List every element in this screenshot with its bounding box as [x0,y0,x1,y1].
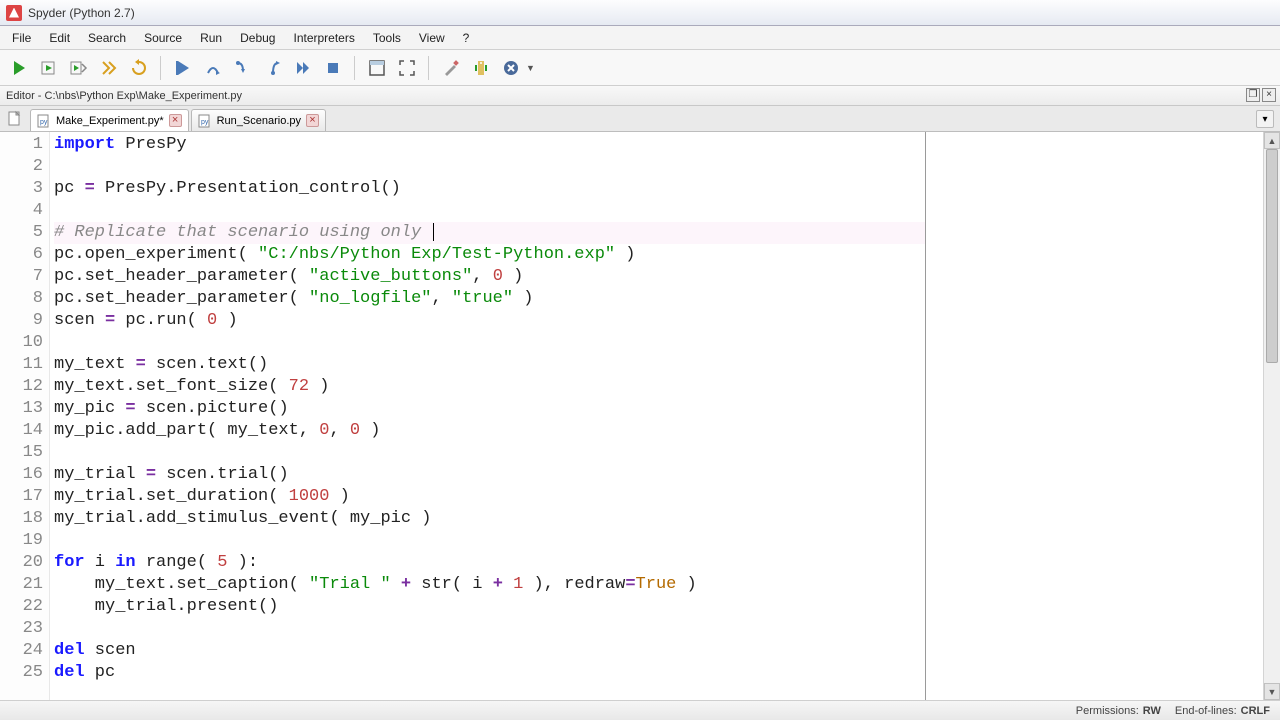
status-eol: End-of-lines: CRLF [1175,705,1270,717]
menu-search[interactable]: Search [80,28,134,48]
code-line-4[interactable] [54,200,925,222]
statusbar: Permissions: RW End-of-lines: CRLF [0,700,1280,720]
menubar: FileEditSearchSourceRunDebugInterpreters… [0,26,1280,50]
scroll-up-button[interactable]: ▲ [1264,132,1280,149]
tab-label: Make_Experiment.py* [56,115,164,127]
app-icon [6,5,22,21]
scroll-down-button[interactable]: ▼ [1264,683,1280,700]
code-line-23[interactable] [54,618,925,640]
menu-tools[interactable]: Tools [365,28,409,48]
editor: 1234567891011121314151617181920212223242… [0,132,1280,700]
svg-text:py: py [201,119,209,126]
python-file-icon: py [198,114,212,128]
new-doc-icon[interactable] [6,110,24,128]
menu-file[interactable]: File [4,28,39,48]
debug-step-button[interactable] [200,55,226,81]
code-line-12[interactable]: my_text.set_font_size( 72 ) [54,376,925,398]
line-gutter: 1234567891011121314151617181920212223242… [0,132,50,700]
code-line-5[interactable]: # Replicate that scenario using only [54,222,925,244]
code-line-18[interactable]: my_trial.add_stimulus_event( my_pic ) [54,508,925,530]
code-line-10[interactable] [54,332,925,354]
code-line-1[interactable]: import PresPy [54,134,925,156]
stop-button[interactable] [498,55,524,81]
code-line-13[interactable]: my_pic = scen.picture() [54,398,925,420]
pane-restore-button[interactable]: ❐ [1246,88,1260,102]
fullscreen-button[interactable] [394,55,420,81]
menu-run[interactable]: Run [192,28,230,48]
debug-step-in-button[interactable] [230,55,256,81]
dropdown-arrow-icon[interactable]: ▼ [526,63,535,73]
scroll-thumb[interactable] [1266,149,1278,363]
menu-interpreters[interactable]: Interpreters [285,28,362,48]
code-line-14[interactable]: my_pic.add_part( my_text, 0, 0 ) [54,420,925,442]
run-button[interactable] [6,55,32,81]
code-line-2[interactable] [54,156,925,178]
code-line-25[interactable]: del pc [54,662,925,684]
run-selection-button[interactable] [96,55,122,81]
pane-close-button[interactable]: × [1262,88,1276,102]
code-line-19[interactable] [54,530,925,552]
right-pane [925,132,1280,700]
tab-close-button[interactable] [306,114,319,127]
run-cell-button[interactable] [36,55,62,81]
preferences-button[interactable] [438,55,464,81]
status-permissions: Permissions: RW [1076,705,1161,717]
debug-button[interactable] [170,55,196,81]
pythonpath-button[interactable] [468,55,494,81]
code-line-21[interactable]: my_text.set_caption( "Trial " + str( i +… [54,574,925,596]
code-line-24[interactable]: del scen [54,640,925,662]
editor-path: Editor - C:\nbs\Python Exp\Make_Experime… [6,90,242,102]
maximize-pane-button[interactable] [364,55,390,81]
run-cell-advance-button[interactable] [66,55,92,81]
toolbar: ▼ [0,50,1280,86]
code-line-7[interactable]: pc.set_header_parameter( "active_buttons… [54,266,925,288]
code-line-3[interactable]: pc = PresPy.Presentation_control() [54,178,925,200]
debug-stop-button[interactable] [320,55,346,81]
code-line-22[interactable]: my_trial.present() [54,596,925,618]
code-line-6[interactable]: pc.open_experiment( "C:/nbs/Python Exp/T… [54,244,925,266]
python-file-icon: py [37,114,51,128]
window-title: Spyder (Python 2.7) [28,6,135,20]
debug-continue-button[interactable] [290,55,316,81]
tab-run-scenario-py[interactable]: py Run_Scenario.py [191,109,326,131]
run-again-button[interactable] [126,55,152,81]
menu-debug[interactable]: Debug [232,28,283,48]
menu-source[interactable]: Source [136,28,190,48]
text-cursor [433,223,434,241]
code-area[interactable]: import PresPy pc = PresPy.Presentation_c… [50,132,925,700]
svg-text:py: py [40,119,48,126]
tabbar: py Make_Experiment.py* py Run_Scenario.py ▾ [0,106,1280,132]
tab-label: Run_Scenario.py [217,115,301,127]
debug-step-out-button[interactable] [260,55,286,81]
code-line-15[interactable] [54,442,925,464]
code-line-8[interactable]: pc.set_header_parameter( "no_logfile", "… [54,288,925,310]
code-line-20[interactable]: for i in range( 5 ): [54,552,925,574]
menu-edit[interactable]: Edit [41,28,78,48]
menu-help[interactable]: ? [455,28,478,48]
tab-make-experiment-py-[interactable]: py Make_Experiment.py* [30,109,189,131]
tab-close-button[interactable] [169,114,182,127]
menu-view[interactable]: View [411,28,453,48]
code-line-17[interactable]: my_trial.set_duration( 1000 ) [54,486,925,508]
titlebar: Spyder (Python 2.7) [0,0,1280,26]
code-line-16[interactable]: my_trial = scen.trial() [54,464,925,486]
code-line-9[interactable]: scen = pc.run( 0 ) [54,310,925,332]
tab-list-button[interactable]: ▾ [1256,110,1274,128]
code-line-11[interactable]: my_text = scen.text() [54,354,925,376]
vertical-scrollbar[interactable]: ▲ ▼ [1263,132,1280,700]
editor-header: Editor - C:\nbs\Python Exp\Make_Experime… [0,86,1280,106]
